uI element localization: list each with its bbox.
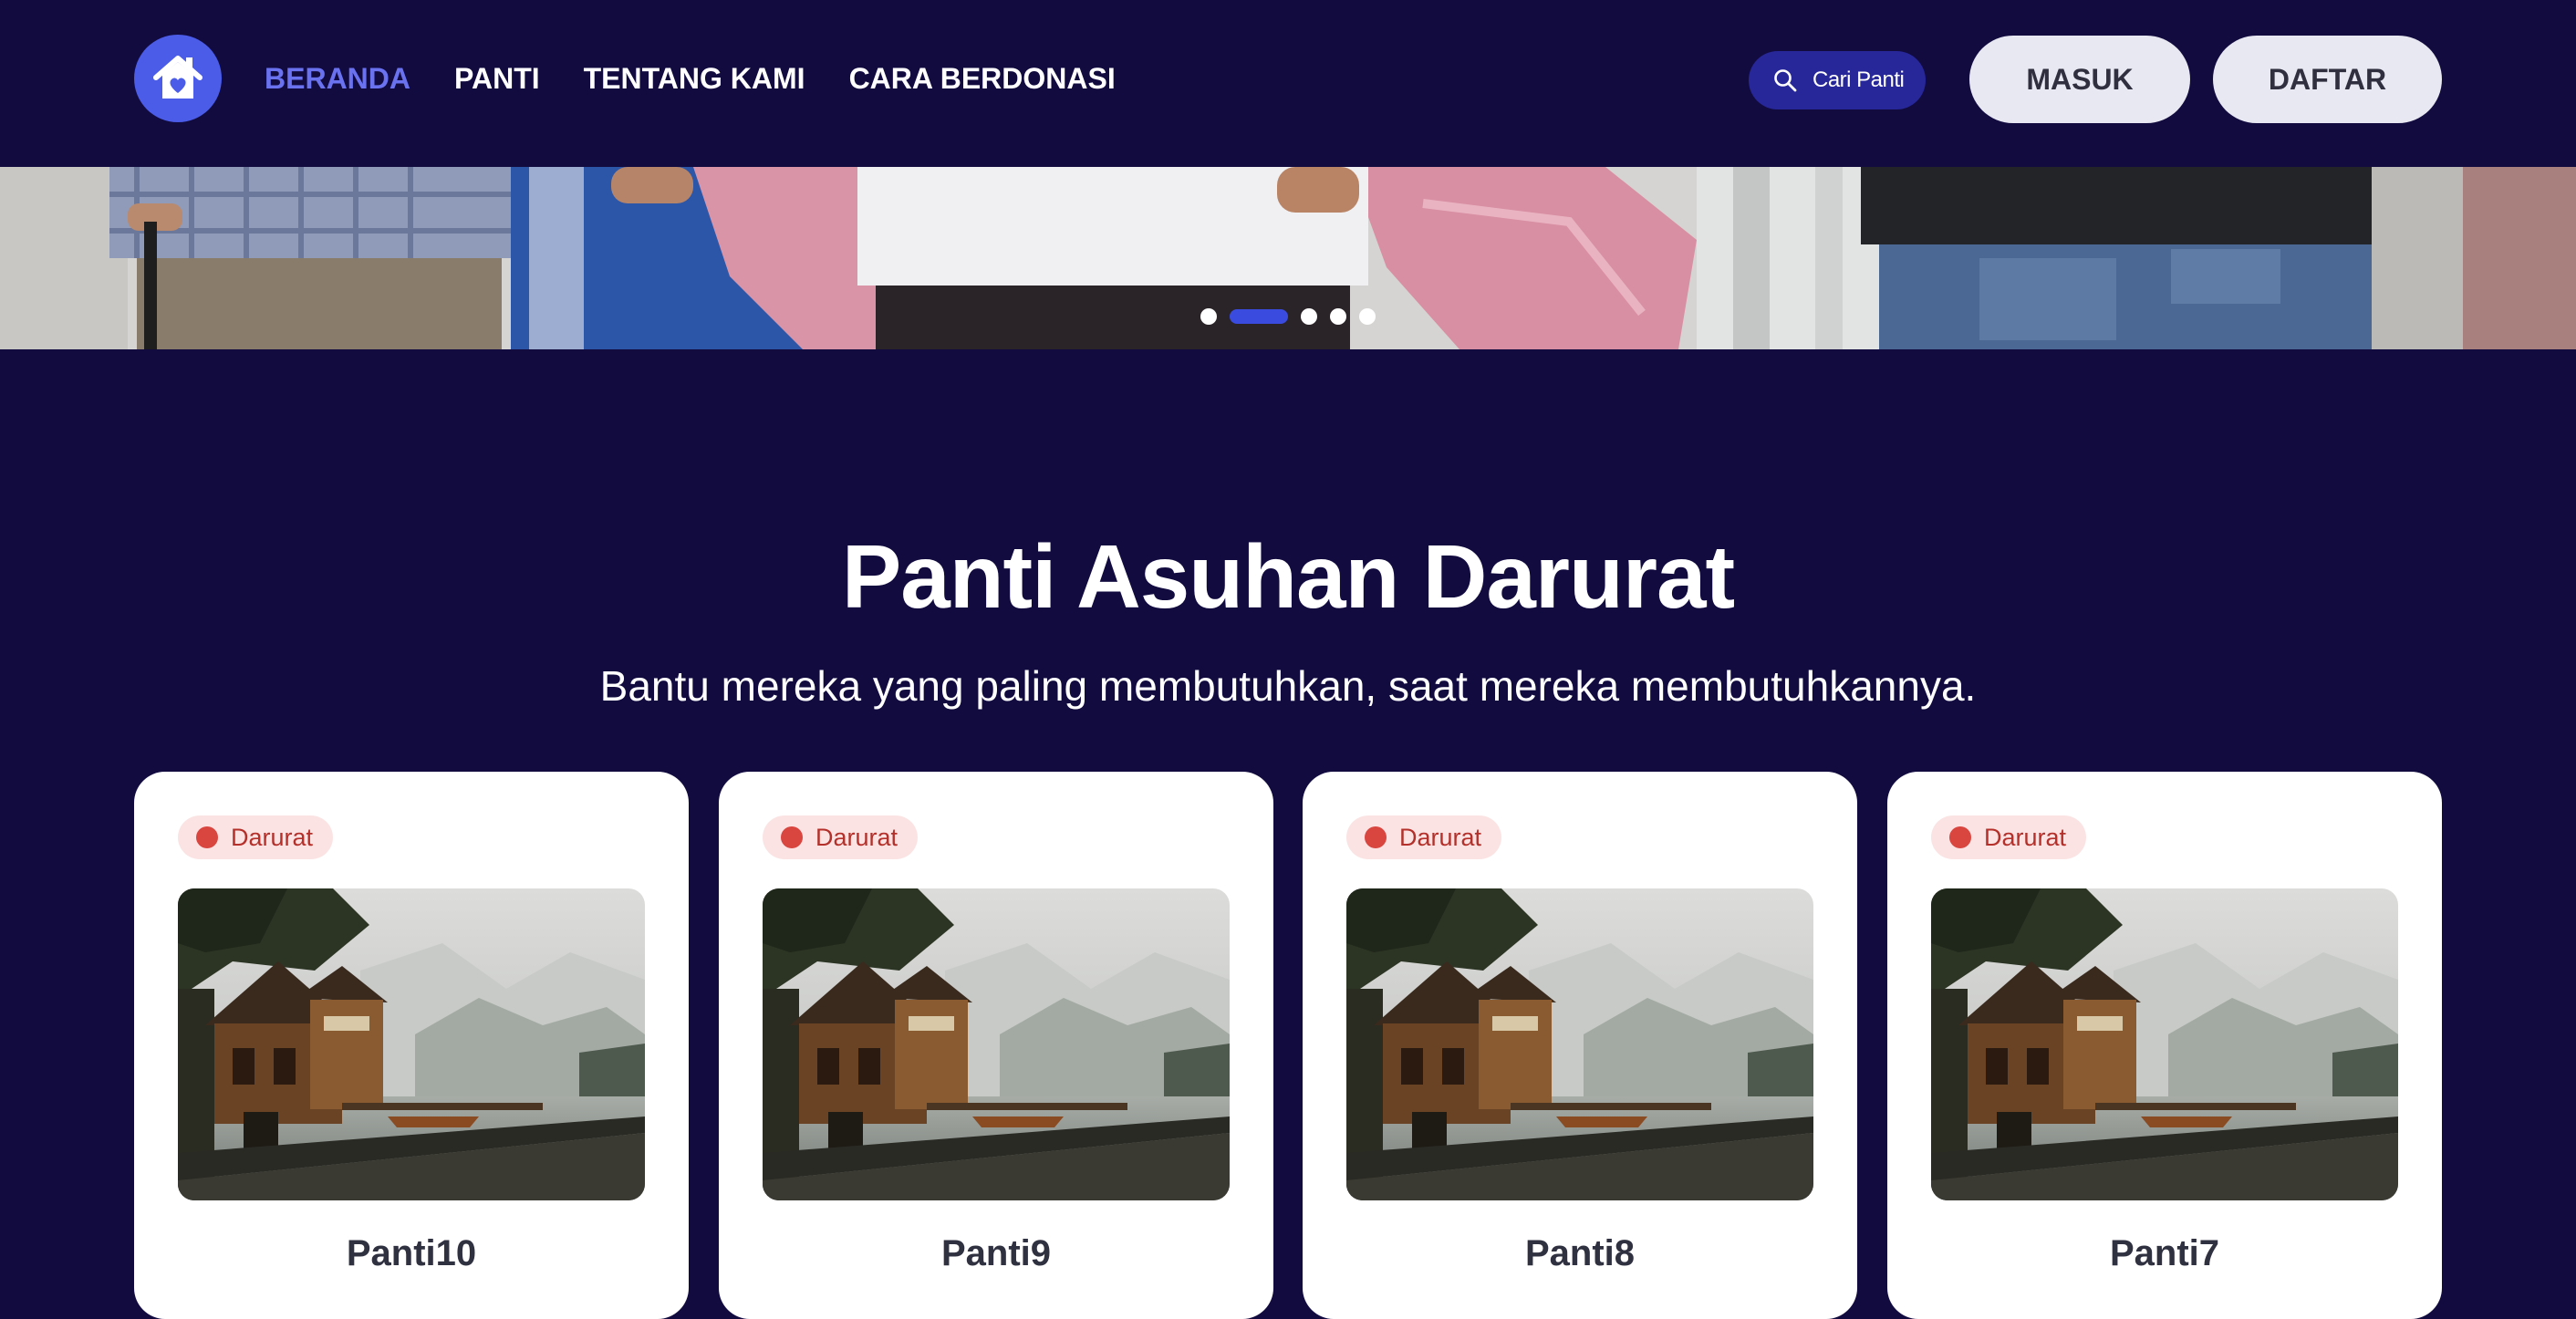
orphanage-image (1346, 888, 1813, 1200)
navbar: BERANDA PANTI TENTANG KAMI CARA BERDONAS… (0, 0, 2576, 167)
emergency-badge: Darurat (763, 815, 919, 859)
main-nav: BERANDA PANTI TENTANG KAMI CARA BERDONAS… (265, 58, 1159, 99)
orphanage-image (763, 888, 1230, 1200)
orphanage-card[interactable]: Darurat Panti10 (134, 772, 689, 1319)
orphanage-image (178, 888, 645, 1200)
section-title: Panti Asuhan Darurat (841, 526, 1735, 627)
carousel-dot[interactable] (1200, 308, 1217, 325)
search-icon (1774, 69, 1797, 92)
orphanage-name: Panti9 (940, 1233, 1052, 1273)
orphanage-image (1931, 888, 2398, 1200)
nav-link-cara-berdonasi[interactable]: CARA BERDONASI (849, 58, 1116, 99)
house-heart-icon (153, 56, 203, 99)
status-dot-icon (1949, 826, 1971, 848)
badge-label: Darurat (1984, 823, 2067, 851)
home-logo-button[interactable] (134, 35, 222, 122)
section-subtitle: Bantu mereka yang paling membutuhkan, sa… (599, 662, 1977, 710)
search-label: Cari Panti (1813, 68, 1905, 92)
carousel-indicators (1200, 308, 1388, 325)
orphanage-card[interactable]: Darurat Panti9 (719, 772, 1273, 1319)
carousel-dot[interactable] (1301, 308, 1317, 325)
orphanage-card[interactable]: Darurat Panti7 (1887, 772, 2442, 1319)
carousel-dot[interactable] (1359, 308, 1376, 325)
emergency-badge: Darurat (1931, 815, 2087, 859)
status-dot-icon (781, 826, 803, 848)
status-dot-icon (196, 826, 218, 848)
orphanage-card[interactable]: Darurat Panti8 (1303, 772, 1857, 1319)
orphanage-name: Panti7 (2109, 1233, 2220, 1273)
lake-house-picture (1346, 888, 1813, 1200)
nav-link-beranda[interactable]: BERANDA (265, 58, 410, 99)
carousel-dot-active[interactable] (1230, 309, 1288, 324)
nav-link-panti[interactable]: PANTI (454, 58, 540, 99)
lake-house-picture (178, 888, 645, 1200)
badge-label: Darurat (1399, 823, 1482, 851)
login-button[interactable]: MASUK (1969, 36, 2190, 123)
hero-carousel (0, 167, 2576, 349)
emergency-badge: Darurat (1346, 815, 1502, 859)
orphanage-name: Panti10 (346, 1233, 477, 1273)
carousel-dot[interactable] (1330, 308, 1346, 325)
search-button[interactable]: Cari Panti (1749, 51, 1926, 109)
emergency-badge: Darurat (178, 815, 334, 859)
status-dot-icon (1365, 826, 1387, 848)
nav-link-tentang-kami[interactable]: TENTANG KAMI (584, 58, 805, 99)
badge-label: Darurat (231, 823, 314, 851)
lake-house-picture (763, 888, 1230, 1200)
orphanage-name: Panti8 (1524, 1233, 1636, 1273)
badge-label: Darurat (815, 823, 898, 851)
lake-house-picture (1931, 888, 2398, 1200)
register-button[interactable]: DAFTAR (2213, 36, 2442, 123)
